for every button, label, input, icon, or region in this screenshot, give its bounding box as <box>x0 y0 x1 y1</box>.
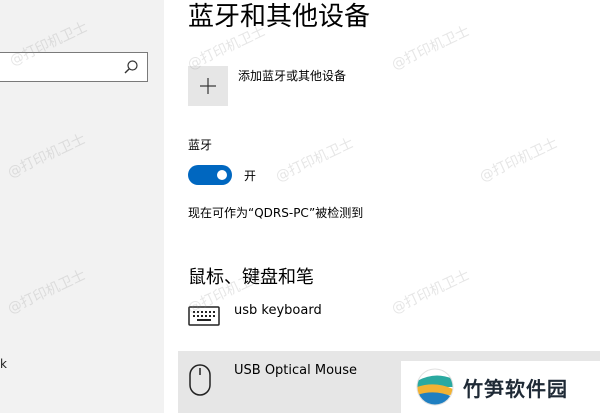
bamboo-logo-icon <box>416 368 454 406</box>
settings-nav-pane: k <box>0 0 164 413</box>
add-device-button[interactable]: 添加蓝牙或其他设备 <box>188 66 346 106</box>
toggle-knob <box>217 170 227 180</box>
device-item-keyboard[interactable]: usb keyboard <box>178 300 600 350</box>
discoverable-status: 现在可作为“QDRS-PC”被检测到 <box>188 206 364 220</box>
page-title: 蓝牙和其他设备 <box>188 2 371 32</box>
section-title-mouse-keyboard-pen: 鼠标、键盘和笔 <box>188 267 314 288</box>
nav-item-partial[interactable]: k <box>0 357 7 371</box>
add-device-label[interactable]: 添加蓝牙或其他设备 <box>238 67 346 85</box>
device-name: usb keyboard <box>234 303 322 318</box>
bluetooth-toggle-row[interactable]: 开 <box>188 164 256 186</box>
keyboard-icon <box>188 306 220 330</box>
bluetooth-settings-page: 蓝牙和其他设备 添加蓝牙或其他设备 蓝牙 开 现在可作为“QDRS-PC”被检测… <box>164 0 600 413</box>
bluetooth-toggle[interactable] <box>188 165 232 185</box>
plus-icon[interactable] <box>188 66 228 106</box>
bluetooth-label: 蓝牙 <box>188 138 213 152</box>
search-icon[interactable] <box>123 59 139 75</box>
search-input[interactable] <box>0 53 117 81</box>
mouse-icon <box>188 363 212 401</box>
settings-search-box[interactable] <box>0 52 148 82</box>
bluetooth-toggle-state: 开 <box>244 168 257 183</box>
logo-text: 竹笋软件园 <box>463 376 568 401</box>
device-name: USB Optical Mouse <box>234 363 358 378</box>
site-logo-watermark: 竹笋软件园 <box>401 361 600 413</box>
